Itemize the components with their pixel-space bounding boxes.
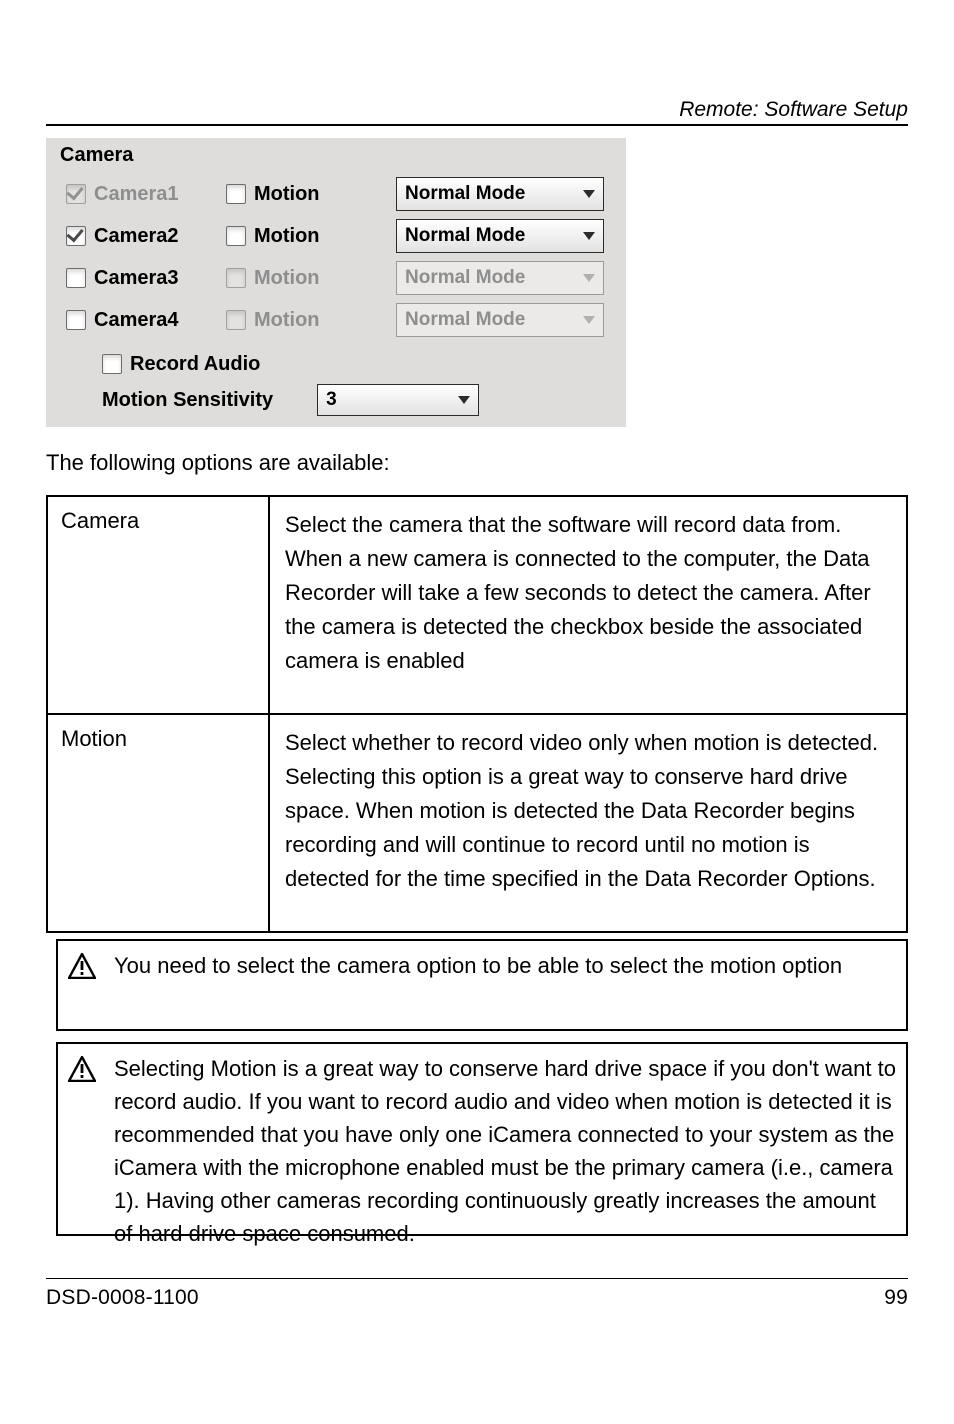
chevron-down-icon <box>583 274 595 282</box>
warning-icon <box>68 953 96 979</box>
page-footer: DSD-0008-1100 99 <box>0 1286 954 1310</box>
record-audio-checkbox[interactable] <box>102 354 122 374</box>
mode-select-value: Normal Mode <box>405 225 525 247</box>
bottom-rule <box>46 1278 908 1279</box>
notice-box: Selecting Motion is a great way to conse… <box>56 1042 908 1236</box>
motion-checkbox[interactable] <box>226 184 246 204</box>
table-row: Motion Select whether to record video on… <box>47 714 907 932</box>
panel-title: Camera <box>60 144 626 167</box>
camera-row: Camera3 Motion Normal Mode <box>58 257 626 299</box>
camera-settings-panel: Camera Camera1 Motion Normal Mode Camera2 Mo… <box>46 138 626 427</box>
mode-select[interactable]: Normal Mode <box>396 177 604 211</box>
motion-label: Motion <box>254 225 320 248</box>
mode-select: Normal Mode <box>396 261 604 295</box>
mode-select-value: Normal Mode <box>405 309 525 331</box>
motion-checkbox[interactable] <box>226 226 246 246</box>
notice-box: You need to select the camera option to … <box>56 939 908 1031</box>
chevron-down-icon <box>583 190 595 198</box>
camera-row: Camera4 Motion Normal Mode <box>58 299 626 341</box>
warning-icon <box>68 1056 96 1082</box>
camera-checkbox[interactable] <box>66 310 86 330</box>
motion-label: Motion <box>254 309 320 332</box>
option-desc: Select whether to record video only when… <box>271 716 905 906</box>
options-intro: The following options are available: <box>46 450 390 476</box>
camera-row: Camera2 Motion Normal Mode <box>58 215 626 257</box>
motion-sensitivity-value: 3 <box>326 389 337 411</box>
camera-checkbox <box>66 184 86 204</box>
footer-page-number: 99 <box>884 1286 908 1310</box>
chevron-down-icon <box>458 396 470 404</box>
record-audio-label: Record Audio <box>130 353 260 376</box>
camera-row: Camera1 Motion Normal Mode <box>58 173 626 215</box>
mode-select: Normal Mode <box>396 303 604 337</box>
motion-checkbox <box>226 268 246 288</box>
motion-checkbox <box>226 310 246 330</box>
camera-label: Camera3 <box>94 267 179 290</box>
mode-select[interactable]: Normal Mode <box>396 219 604 253</box>
mode-select-value: Normal Mode <box>405 267 525 289</box>
option-name: Motion <box>49 716 267 762</box>
camera-checkbox[interactable] <box>66 226 86 246</box>
footer-doc-id: DSD-0008-1100 <box>46 1286 199 1310</box>
option-name: Camera <box>49 498 267 544</box>
motion-sensitivity-select[interactable]: 3 <box>317 384 479 416</box>
top-rule <box>46 124 908 126</box>
notice-text: You need to select the camera option to … <box>114 949 842 1021</box>
options-table: Camera Select the camera that the softwa… <box>46 495 908 933</box>
mode-select-value: Normal Mode <box>405 183 525 205</box>
motion-sensitivity-label: Motion Sensitivity <box>102 389 273 412</box>
chevron-down-icon <box>583 232 595 240</box>
camera-label: Camera1 <box>94 183 179 206</box>
notice-text: Selecting Motion is a great way to conse… <box>114 1052 896 1226</box>
chevron-down-icon <box>583 316 595 324</box>
table-row: Camera Select the camera that the softwa… <box>47 496 907 714</box>
header-chapter-title: Remote: Software Setup <box>679 98 908 122</box>
camera-label: Camera2 <box>94 225 179 248</box>
option-desc: Select the camera that the software will… <box>271 498 905 688</box>
motion-label: Motion <box>254 267 320 290</box>
camera-checkbox[interactable] <box>66 268 86 288</box>
motion-label: Motion <box>254 183 320 206</box>
camera-label: Camera4 <box>94 309 179 332</box>
